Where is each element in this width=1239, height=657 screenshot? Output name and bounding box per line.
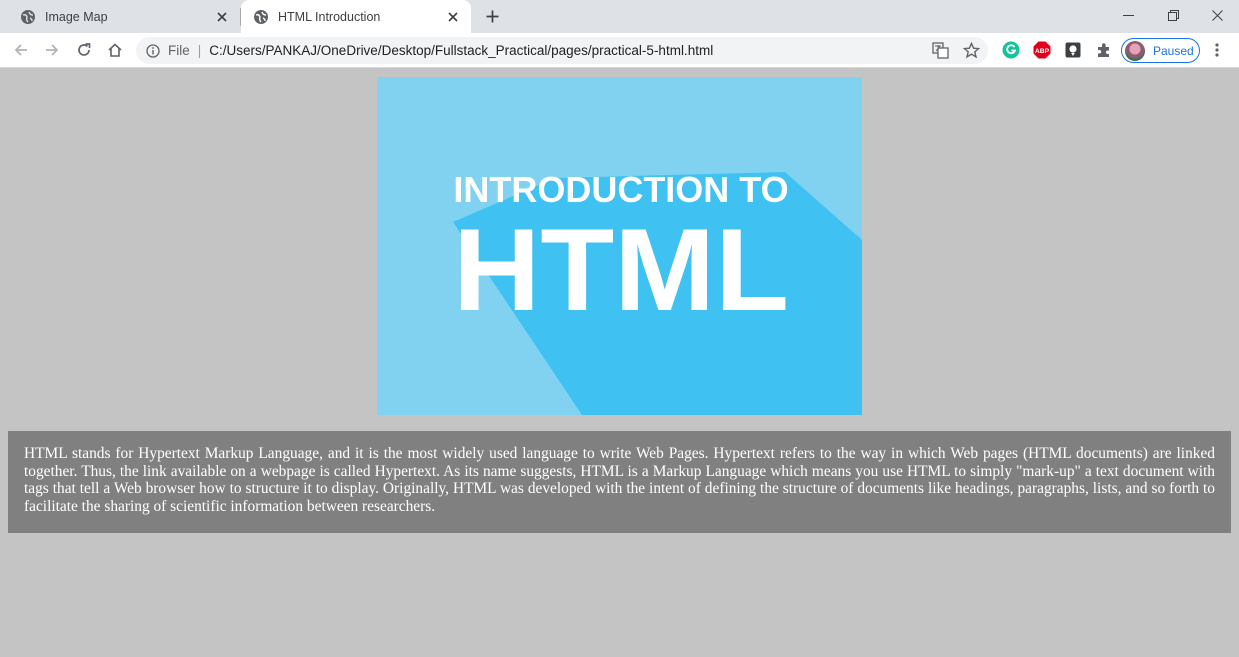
plus-icon [486, 10, 498, 22]
extension-shield-icon[interactable] [1063, 40, 1083, 60]
back-button[interactable] [9, 38, 33, 62]
page-content: INTRODUCTION TO HTML HTML stands for Hyp… [0, 69, 1239, 657]
minimize-icon [1122, 14, 1134, 16]
arrow-right-icon [46, 44, 59, 56]
profile-status: Paused [1153, 43, 1194, 58]
description-text: HTML stands for Hypertext Markup Languag… [24, 445, 1215, 515]
adblock-label: ABP [1035, 48, 1050, 55]
tab-strip: Image Map HTML Introduction [0, 0, 1239, 33]
url-separator: | [197, 43, 202, 58]
profile-button[interactable]: Paused [1121, 38, 1200, 63]
kebab-menu-icon [1215, 43, 1219, 57]
tab-html-introduction[interactable]: HTML Introduction [241, 0, 471, 33]
close-icon[interactable] [212, 7, 232, 27]
bookmark-star-icon[interactable] [961, 40, 981, 60]
restore-icon [1167, 9, 1179, 21]
grammarly-icon[interactable] [1001, 40, 1021, 60]
home-icon [108, 43, 122, 57]
description-box: HTML stands for Hypertext Markup Languag… [8, 431, 1231, 533]
restore-button[interactable] [1150, 0, 1196, 30]
reload-button[interactable] [72, 38, 96, 62]
close-icon[interactable] [443, 7, 463, 27]
arrow-left-icon [14, 44, 27, 56]
address-bar[interactable]: File | C:/Users/PANKAJ/OneDrive/Desktop/… [136, 37, 988, 64]
browser-toolbar: File | C:/Users/PANKAJ/OneDrive/Desktop/… [0, 33, 1239, 68]
intro-html-image: INTRODUCTION TO HTML [377, 77, 862, 415]
menu-button[interactable] [1207, 40, 1227, 60]
translate-icon[interactable] [930, 40, 950, 60]
avatar [1125, 40, 1145, 61]
close-icon [1211, 9, 1223, 21]
info-icon[interactable] [146, 43, 160, 58]
tab-image-map[interactable]: Image Map [8, 0, 240, 33]
hero-title-line2: HTML [453, 204, 789, 335]
reload-icon [78, 43, 91, 56]
minimize-button[interactable] [1105, 0, 1151, 30]
url-scheme-label: File [168, 43, 190, 58]
adblock-plus-icon[interactable]: ABP [1032, 40, 1052, 60]
forward-button[interactable] [40, 38, 64, 62]
home-button[interactable] [103, 38, 127, 62]
globe-icon [253, 9, 269, 25]
tab-title: HTML Introduction [278, 9, 381, 24]
tab-title: Image Map [45, 9, 108, 24]
globe-icon [20, 9, 36, 25]
url-text[interactable]: C:/Users/PANKAJ/OneDrive/Desktop/Fullsta… [209, 43, 713, 58]
new-tab-button[interactable] [481, 5, 503, 27]
puzzle-icon[interactable] [1094, 40, 1114, 60]
window-close-button[interactable] [1194, 0, 1239, 30]
